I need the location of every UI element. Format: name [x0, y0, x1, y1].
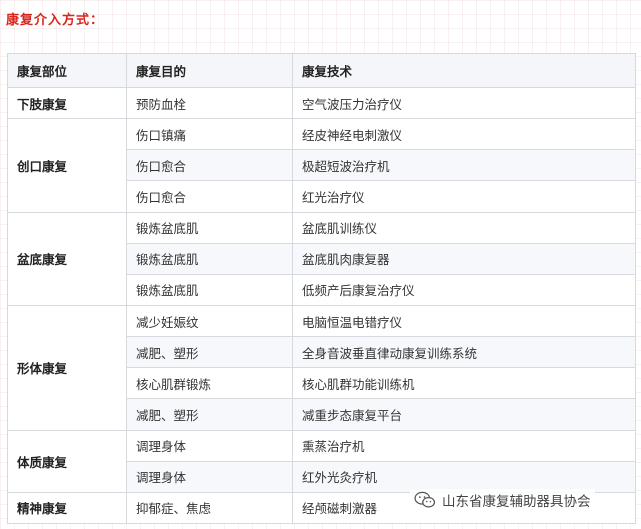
tech-cell: 核心肌群功能训练机: [292, 367, 636, 400]
header-tech: 康复技术: [292, 53, 636, 88]
watermark: 山东省康复辅助器具协会: [410, 489, 595, 511]
tech-cell: 空气波压力治疗仪: [292, 86, 636, 120]
part-cell: 盆底康复: [7, 211, 127, 306]
tech-cell: 低频产后康复治疗仪: [292, 273, 636, 306]
tech-cell: 红光治疗仪: [292, 180, 636, 213]
part-cell: 精神康复: [7, 491, 127, 525]
goal-cell: 调理身体: [126, 429, 293, 462]
goal-cell: 锻炼盆底肌: [126, 273, 293, 306]
section-heading: 康复介入方式：: [6, 13, 105, 28]
goal-cell: 预防血栓: [126, 86, 293, 120]
goal-cell: 减肥、塑形: [126, 398, 293, 431]
goal-cell: 调理身体: [126, 460, 293, 493]
tech-cell: 红外光灸疗机: [292, 460, 636, 493]
table-header-row: 康复部位 康复目的 康复技术: [7, 53, 636, 88]
goal-cell: 核心肌群锻炼: [126, 367, 293, 400]
table-row: 体质康复 调理身体 熏蒸治疗机: [7, 429, 636, 493]
watermark-text: 山东省康复辅助器具协会: [442, 494, 591, 510]
part-cell: 创口康复: [7, 118, 127, 213]
tech-cell: 全身音波垂直律动康复训练系统: [292, 336, 636, 369]
tech-cell: 盆底肌肉康复器: [292, 242, 636, 275]
tech-cell: 经皮神经电刺激仪: [292, 118, 636, 151]
wechat-icon: [414, 491, 436, 508]
part-cell: 体质康复: [7, 429, 127, 493]
table-row: 形体康复 减少妊娠纹 电脑恒温电错疗仪: [7, 304, 636, 431]
tech-cell: 减重步态康复平台: [292, 398, 636, 431]
goal-cell: 减少妊娠纹: [126, 304, 293, 338]
rehab-methods-table: 康复部位 康复目的 康复技术 下肢康复 预防血栓 空气波压力治疗仪 创口康复 伤…: [7, 53, 636, 525]
table-row: 下肢康复 预防血栓 空气波压力治疗仪: [7, 86, 636, 120]
goal-cell: 减肥、塑形: [126, 336, 293, 369]
goal-cell: 伤口愈合: [126, 180, 293, 213]
part-cell: 下肢康复: [7, 86, 127, 120]
goal-cell: 伤口镇痛: [126, 118, 293, 151]
goal-cell: 伤口愈合: [126, 149, 293, 182]
header-part: 康复部位: [7, 53, 127, 88]
tech-cell: 极超短波治疗机: [292, 149, 636, 182]
tech-cell: 电脑恒温电错疗仪: [292, 304, 636, 338]
tech-cell: 盆底肌训练仪: [292, 211, 636, 244]
table-row: 创口康复 伤口镇痛 经皮神经电刺激仪: [7, 118, 636, 213]
table-row: 盆底康复 锻炼盆底肌 盆底肌训练仪: [7, 211, 636, 306]
goal-cell: 抑郁症、焦虑: [126, 491, 293, 525]
goal-cell: 锻炼盆底肌: [126, 211, 293, 244]
goal-cell: 锻炼盆底肌: [126, 242, 293, 275]
header-goal: 康复目的: [126, 53, 293, 88]
part-cell: 形体康复: [7, 304, 127, 431]
tech-cell: 熏蒸治疗机: [292, 429, 636, 462]
